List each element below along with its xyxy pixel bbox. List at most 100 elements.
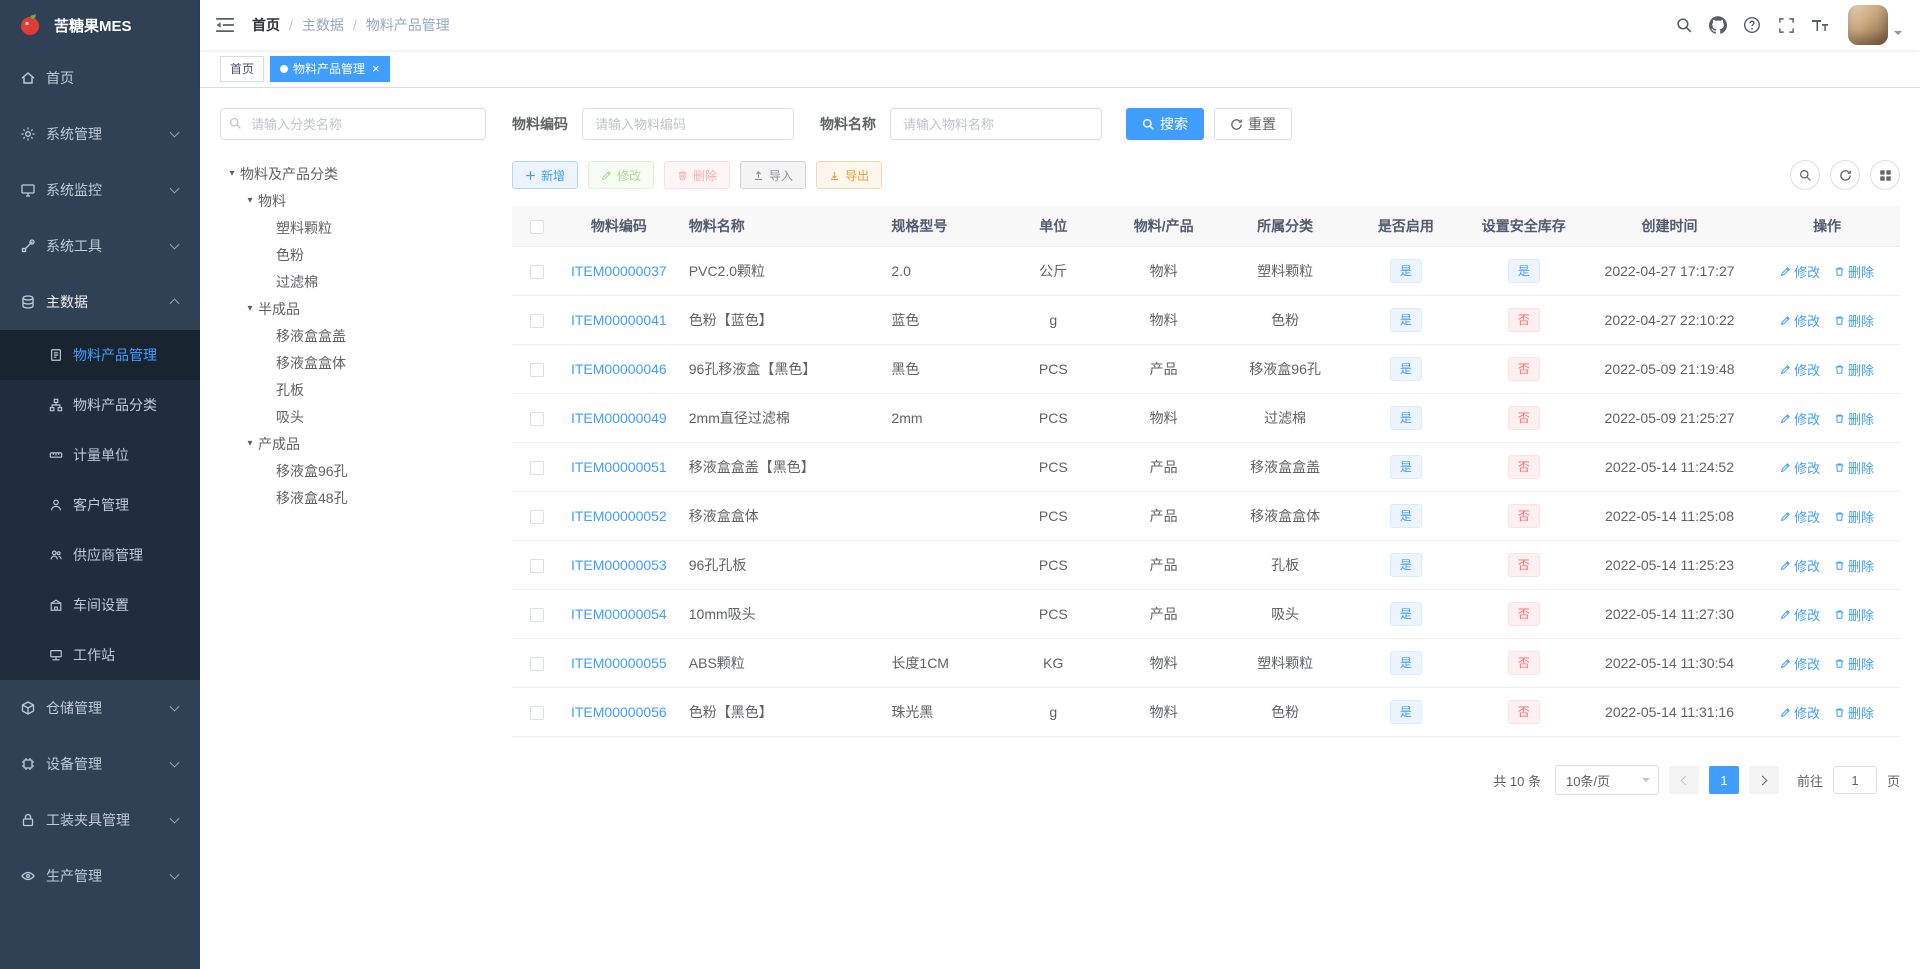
tab-material-product-management[interactable]: 物料产品管理 ×: [270, 55, 390, 82]
row-checkbox[interactable]: [529, 363, 544, 378]
tree-node[interactable]: ▾ 物料: [220, 187, 486, 214]
sidebar-item-workstation[interactable]: 工作站: [0, 630, 200, 680]
tree-node[interactable]: ▾ 孔板: [220, 376, 486, 403]
table-row[interactable]: ITEM00000052 移液盒盒体 PCS 产品 移液盒盒体 是 否 2022…: [512, 491, 1900, 540]
github-icon[interactable]: [1708, 15, 1728, 35]
material-code-link[interactable]: ITEM00000041: [571, 312, 667, 328]
table-row[interactable]: ITEM00000054 10mm吸头 PCS 产品 吸头 是 否 2022-0…: [512, 589, 1900, 638]
delete-link[interactable]: 删除: [1834, 262, 1874, 281]
delete-link[interactable]: 删除: [1834, 311, 1874, 330]
font-size-icon[interactable]: [1810, 15, 1830, 35]
goto-page-input[interactable]: [1832, 766, 1877, 794]
tree-node[interactable]: ▾ 移液盒96孔: [220, 457, 486, 484]
table-row[interactable]: ITEM00000049 2mm直径过滤棉 2mm PCS 物料 过滤棉 是 否…: [512, 393, 1900, 442]
toggle-search-button[interactable]: [1790, 160, 1820, 190]
delete-link[interactable]: 删除: [1834, 458, 1874, 477]
tree-node[interactable]: ▾ 物料及产品分类: [220, 160, 486, 187]
sidebar-item-warehouse-management[interactable]: 仓储管理: [0, 680, 200, 736]
category-search-input[interactable]: [220, 108, 486, 140]
tree-node[interactable]: ▾ 半成品: [220, 295, 486, 322]
table-row[interactable]: ITEM00000041 色粉【蓝色】 蓝色 g 物料 色粉 是 否 2022-…: [512, 295, 1900, 344]
tree-node[interactable]: ▾ 色粉: [220, 241, 486, 268]
fullscreen-icon[interactable]: [1776, 15, 1796, 35]
row-checkbox[interactable]: [529, 608, 544, 623]
reset-button[interactable]: 重置: [1214, 108, 1292, 140]
delete-link[interactable]: 删除: [1834, 605, 1874, 624]
sidebar-item-measure-unit[interactable]: 计量单位: [0, 430, 200, 480]
refresh-button[interactable]: [1830, 160, 1860, 190]
tree-node[interactable]: ▾ 吸头: [220, 403, 486, 430]
sidebar-item-workshop-settings[interactable]: 车间设置: [0, 580, 200, 630]
app-logo[interactable]: 苦糖果MES: [0, 0, 200, 50]
close-icon[interactable]: ×: [372, 62, 380, 75]
material-name-input[interactable]: [890, 108, 1102, 140]
sidebar-item-fixture-management[interactable]: 工装夹具管理: [0, 792, 200, 848]
row-checkbox[interactable]: [529, 412, 544, 427]
export-button[interactable]: 导出: [816, 161, 883, 189]
sidebar-item-master-data[interactable]: 主数据: [0, 274, 200, 330]
row-checkbox[interactable]: [529, 510, 544, 525]
delete-link[interactable]: 删除: [1834, 360, 1874, 379]
edit-link[interactable]: 修改: [1780, 654, 1820, 673]
add-button[interactable]: 新增: [512, 161, 579, 189]
row-checkbox[interactable]: [529, 265, 544, 280]
edit-link[interactable]: 修改: [1780, 360, 1820, 379]
material-code-link[interactable]: ITEM00000037: [571, 263, 667, 279]
row-checkbox[interactable]: [529, 559, 544, 574]
caret-down-icon[interactable]: ▾: [242, 438, 258, 449]
edit-link[interactable]: 修改: [1780, 458, 1820, 477]
select-all-checkbox[interactable]: [529, 220, 544, 235]
table-row[interactable]: ITEM00000055 ABS颗粒 长度1CM KG 物料 塑料颗粒 是 否 …: [512, 638, 1900, 687]
tree-node[interactable]: ▾ 塑料颗粒: [220, 214, 486, 241]
sidebar-item-material-product-management[interactable]: 物料产品管理: [0, 330, 200, 380]
sidebar-item-supplier-management[interactable]: 供应商管理: [0, 530, 200, 580]
edit-button[interactable]: 修改: [588, 161, 655, 189]
search-button[interactable]: 搜索: [1126, 108, 1204, 140]
edit-link[interactable]: 修改: [1780, 409, 1820, 428]
delete-link[interactable]: 删除: [1834, 409, 1874, 428]
edit-link[interactable]: 修改: [1780, 311, 1820, 330]
table-row[interactable]: ITEM00000037 PVC2.0颗粒 2.0 公斤 物料 塑料颗粒 是 是…: [512, 246, 1900, 295]
table-row[interactable]: ITEM00000051 移液盒盒盖【黑色】 PCS 产品 移液盒盒盖 是 否 …: [512, 442, 1900, 491]
tree-node[interactable]: ▾ 移液盒盒盖: [220, 322, 486, 349]
row-checkbox[interactable]: [529, 706, 544, 721]
material-code-link[interactable]: ITEM00000052: [571, 508, 667, 524]
material-code-link[interactable]: ITEM00000053: [571, 557, 667, 573]
material-code-link[interactable]: ITEM00000056: [571, 704, 667, 720]
sidebar-item-material-product-category[interactable]: 物料产品分类: [0, 380, 200, 430]
delete-link[interactable]: 删除: [1834, 654, 1874, 673]
material-code-link[interactable]: ITEM00000049: [571, 410, 667, 426]
sidebar-item-customer-management[interactable]: 客户管理: [0, 480, 200, 530]
row-checkbox[interactable]: [529, 461, 544, 476]
page-1-button[interactable]: 1: [1708, 766, 1739, 794]
help-icon[interactable]: [1742, 15, 1762, 35]
sidebar-item-system-monitor[interactable]: 系统监控: [0, 162, 200, 218]
edit-link[interactable]: 修改: [1780, 605, 1820, 624]
next-page-button[interactable]: [1748, 766, 1779, 794]
tree-node[interactable]: ▾ 产成品: [220, 430, 486, 457]
sidebar-item-home[interactable]: 首页: [0, 50, 200, 106]
sidebar-toggle-icon[interactable]: [200, 16, 250, 34]
edit-link[interactable]: 修改: [1780, 556, 1820, 575]
edit-link[interactable]: 修改: [1780, 507, 1820, 526]
tab-home[interactable]: 首页: [220, 55, 265, 82]
prev-page-button[interactable]: [1668, 766, 1699, 794]
edit-link[interactable]: 修改: [1780, 262, 1820, 281]
delete-link[interactable]: 删除: [1834, 507, 1874, 526]
row-checkbox[interactable]: [529, 657, 544, 672]
tree-node[interactable]: ▾ 过滤棉: [220, 268, 486, 295]
import-button[interactable]: 导入: [740, 161, 807, 189]
sidebar-item-system-tools[interactable]: 系统工具: [0, 218, 200, 274]
page-size-select[interactable]: 10条/页: [1554, 765, 1659, 795]
caret-down-icon[interactable]: ▾: [224, 168, 240, 179]
material-code-link[interactable]: ITEM00000054: [571, 606, 667, 622]
delete-link[interactable]: 删除: [1834, 556, 1874, 575]
breadcrumb-home[interactable]: 首页: [252, 15, 280, 35]
material-code-link[interactable]: ITEM00000055: [571, 655, 667, 671]
sidebar-item-system-management[interactable]: 系统管理: [0, 106, 200, 162]
columns-settings-button[interactable]: [1870, 160, 1900, 190]
row-checkbox[interactable]: [529, 314, 544, 329]
material-code-link[interactable]: ITEM00000046: [571, 361, 667, 377]
search-icon[interactable]: [1674, 15, 1694, 35]
tree-node[interactable]: ▾ 移液盒盒体: [220, 349, 486, 376]
